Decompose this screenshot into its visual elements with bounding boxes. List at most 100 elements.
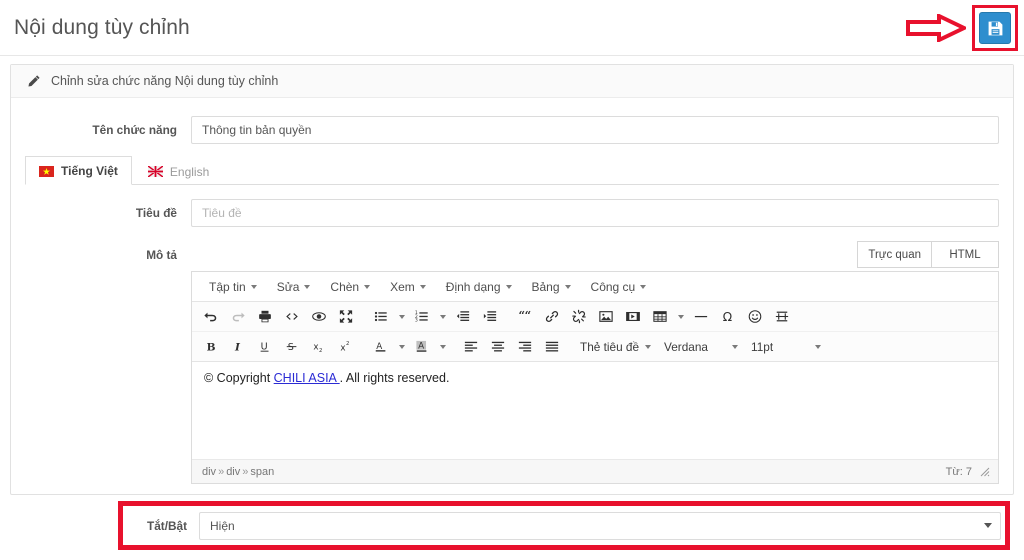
bullet-list-icon[interactable] <box>368 305 394 329</box>
font-family-select[interactable]: Verdana <box>658 335 744 359</box>
title-input[interactable] <box>191 199 999 227</box>
menu-xem[interactable]: Xem <box>381 276 435 298</box>
toggle-select[interactable]: Hiện Ẩn <box>199 511 1001 540</box>
panel-header: Chỉnh sửa chức năng Nội dung tùy chỉnh <box>11 65 1013 98</box>
chevron-down-icon <box>250 284 257 289</box>
menu-sua[interactable]: Sửa <box>268 276 320 298</box>
page-break-icon[interactable] <box>769 305 795 329</box>
menu-tap-tin[interactable]: Tập tin <box>200 276 266 298</box>
menu-chen-label: Chèn <box>330 279 360 294</box>
edit-panel: Chỉnh sửa chức năng Nội dung tùy chỉnh T… <box>10 64 1014 495</box>
underline-icon[interactable]: U <box>252 335 278 359</box>
redo-icon[interactable] <box>225 305 251 329</box>
tab-english-label: English <box>169 164 210 179</box>
svg-text:2: 2 <box>319 348 322 354</box>
strikethrough-icon[interactable]: S <box>279 335 305 359</box>
text-color-icon[interactable]: A <box>368 335 394 359</box>
link-icon[interactable] <box>539 305 565 329</box>
element-path-1[interactable]: div <box>226 466 240 478</box>
media-icon[interactable] <box>620 305 646 329</box>
red-arrow-annotation-icon <box>906 12 969 44</box>
chili-asia-link[interactable]: CHILI ASIA <box>274 371 340 385</box>
function-name-input[interactable] <box>191 116 999 144</box>
italic-icon[interactable]: I <box>225 335 251 359</box>
unlink-icon[interactable] <box>566 305 592 329</box>
editor-toolbar-row-1: 123 ““ Ω <box>192 302 998 332</box>
outdent-icon[interactable] <box>450 305 476 329</box>
subscript-icon[interactable]: x2 <box>306 335 332 359</box>
tab-tieng-viet[interactable]: Tiếng Việt <box>25 156 132 185</box>
menu-bang-label: Bảng <box>531 279 560 294</box>
emoticon-icon[interactable] <box>742 305 768 329</box>
blockquote-icon[interactable]: ““ <box>512 305 538 329</box>
save-floppy-icon <box>988 21 1002 35</box>
background-color-chevron-down-icon[interactable] <box>436 335 449 359</box>
html-view-button[interactable]: HTML <box>932 241 999 268</box>
chevron-down-icon <box>640 284 647 289</box>
superscript-icon[interactable]: x2 <box>333 335 359 359</box>
resize-handle-icon[interactable] <box>980 467 990 477</box>
editor-toolbar-row-2: B I U S x2 x 2 A A Thẻ tiêu đề Verdana 1… <box>192 332 998 362</box>
menu-xem-label: Xem <box>390 279 415 294</box>
element-path-2[interactable]: span <box>250 466 274 478</box>
page-root: Nội dung tùy chỉnh Chỉnh sửa chức năng N… <box>0 0 1024 560</box>
table-chevron-down-icon[interactable] <box>674 305 687 329</box>
menu-bang[interactable]: Bảng <box>523 276 580 298</box>
svg-text:x: x <box>340 343 345 353</box>
element-path-0[interactable]: div <box>202 466 216 478</box>
editor-status-bar: div» div» span Từ: 7 <box>192 459 998 483</box>
menu-cong-cu-label: Công cụ <box>590 279 636 294</box>
source-code-icon[interactable] <box>279 305 305 329</box>
description-label: Mô tả <box>146 248 177 262</box>
editor-menubar: Tập tin Sửa Chèn Xem Định dạng Bảng Công… <box>192 272 998 302</box>
numbered-list-icon[interactable]: 123 <box>409 305 435 329</box>
svg-text:2: 2 <box>346 341 349 347</box>
align-right-icon[interactable] <box>512 335 538 359</box>
indent-icon[interactable] <box>477 305 503 329</box>
special-character-icon[interactable]: Ω <box>715 305 741 329</box>
form-row-function-name: Tên chức năng <box>11 110 1013 150</box>
svg-text:S: S <box>288 342 294 353</box>
preview-icon[interactable] <box>306 305 332 329</box>
text-color-chevron-down-icon[interactable] <box>395 335 408 359</box>
font-size-select[interactable]: 11pt <box>745 335 827 359</box>
chevron-down-icon <box>364 284 371 289</box>
svg-text:I: I <box>234 341 241 353</box>
fullscreen-icon[interactable] <box>333 305 359 329</box>
align-justify-icon[interactable] <box>539 335 565 359</box>
print-icon[interactable] <box>252 305 278 329</box>
menu-dinh-dang[interactable]: Định dạng <box>437 276 521 298</box>
element-path: div» div» span <box>202 466 274 478</box>
chevron-down-icon <box>732 344 739 349</box>
image-icon[interactable] <box>593 305 619 329</box>
language-tabs: Tiếng Việt English <box>25 156 999 185</box>
horizontal-rule-icon[interactable] <box>688 305 714 329</box>
numbered-list-chevron-down-icon[interactable] <box>436 305 449 329</box>
format-select[interactable]: Thẻ tiêu đề <box>574 335 657 359</box>
toggle-select-wrap: Hiện Ẩn <box>199 511 1001 540</box>
menu-tap-tin-label: Tập tin <box>209 279 246 294</box>
flag-vietnam-icon <box>39 165 54 177</box>
title-label: Tiêu đề <box>135 206 177 220</box>
bullet-list-chevron-down-icon[interactable] <box>395 305 408 329</box>
chevron-down-icon <box>564 284 571 289</box>
tab-english[interactable]: English <box>134 156 223 185</box>
background-color-icon[interactable]: A <box>409 335 435 359</box>
toggle-label: Tắt/Bật <box>147 518 187 533</box>
table-icon[interactable] <box>647 305 673 329</box>
editor-content-area[interactable]: © Copyright CHILI ASIA . All rights rese… <box>192 362 998 459</box>
align-left-icon[interactable] <box>458 335 484 359</box>
path-separator: » <box>242 465 249 478</box>
menu-cong-cu[interactable]: Công cụ <box>582 276 656 298</box>
chevron-down-icon <box>505 284 512 289</box>
visual-view-button[interactable]: Trực quan <box>857 241 932 268</box>
menu-chen[interactable]: Chèn <box>321 276 379 298</box>
align-center-icon[interactable] <box>485 335 511 359</box>
undo-icon[interactable] <box>198 305 224 329</box>
form-row-toggle: Tắt/Bật Hiện Ẩn <box>118 501 1010 550</box>
bold-icon[interactable]: B <box>198 335 224 359</box>
font-size-select-label: 11pt <box>751 339 774 354</box>
pencil-icon <box>27 74 41 88</box>
save-button[interactable] <box>979 12 1011 44</box>
word-count-label: Từ: 7 <box>945 465 972 478</box>
